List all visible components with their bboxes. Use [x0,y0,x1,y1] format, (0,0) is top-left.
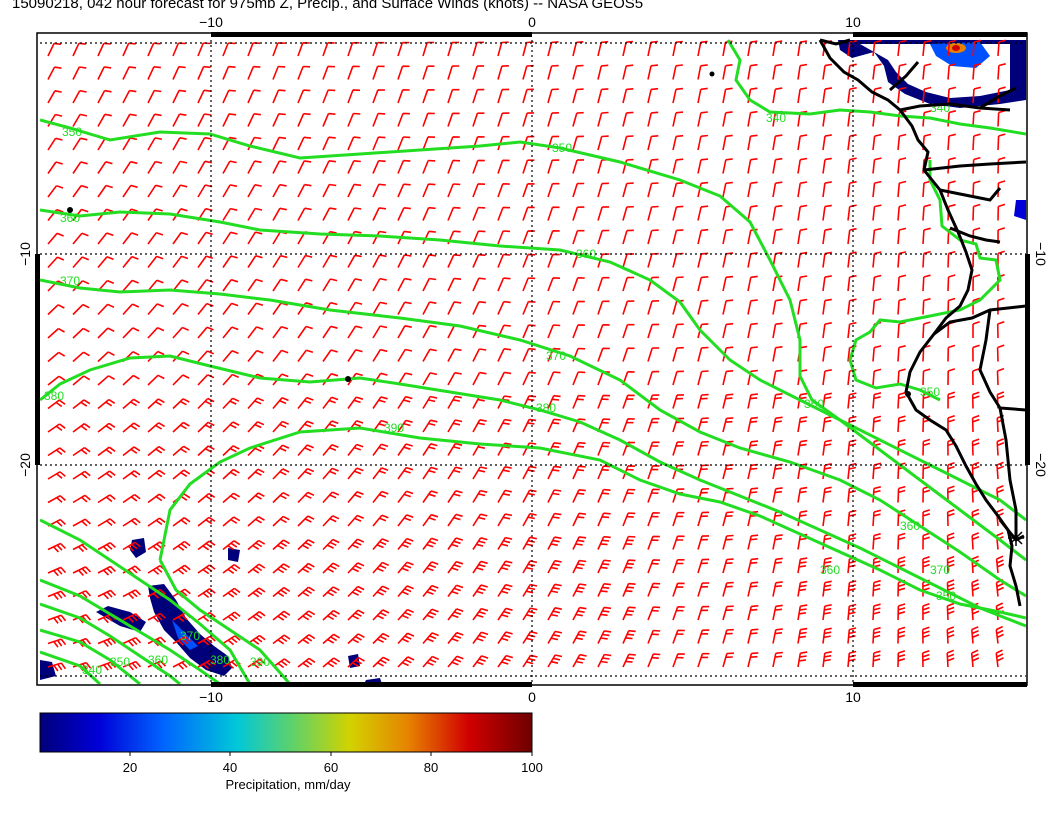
location-marker-icon [1008,530,1024,546]
contour-label: 340 [82,663,102,677]
colorbar-label: Precipitation, mm/day [226,777,351,792]
contour-label: 380 [536,401,556,415]
y-tick-left: −20 [17,453,33,477]
contour-label: 370 [60,274,80,288]
x-tick-bottom: −10 [199,689,223,705]
x-tick-top: −10 [199,14,223,30]
contour-label: 350 [920,385,940,399]
contour-label: 340 [766,111,786,125]
colorbar-tick: 20 [123,760,137,775]
contour-label: 360 [60,211,80,225]
contour-label: 370 [546,349,566,363]
colorbar-tick: 60 [324,760,338,775]
forecast-map[interactable]: 350 360 370 380 390 340 350 360 370 380 … [0,0,1056,816]
contour-label: 390 [384,421,404,435]
y-tick-left: −10 [17,242,33,266]
x-tick-bottom: 10 [845,689,861,705]
contour-label: 350 [804,397,824,411]
y-tick-right: −10 [1033,242,1049,266]
colorbar: 20 40 60 80 100 Precipitation, mm/day [39,712,543,792]
colorbar-tick: 100 [521,760,543,775]
x-tick-top: 10 [845,14,861,30]
contour-label: 390 [250,655,270,669]
contour-label: 360 [900,519,920,533]
contour-label: 350 [62,125,82,139]
y-tick-right: −20 [1033,453,1049,477]
contour-label: 380 [44,389,64,403]
contour-label: 350 [936,589,956,603]
contour-label: 360 [148,653,168,667]
contour-label: 360 [820,563,840,577]
contour-label: 350 [552,141,572,155]
contour-label: 370 [930,563,950,577]
colorbar-tick: 40 [223,760,237,775]
colorbar-tick: 80 [424,760,438,775]
contour-label: 380 [210,653,230,667]
x-tick-bottom: 0 [528,689,536,705]
contour-label: 370 [180,629,200,643]
contour-label: 350 [110,655,130,669]
x-tick-top: 0 [528,14,536,30]
